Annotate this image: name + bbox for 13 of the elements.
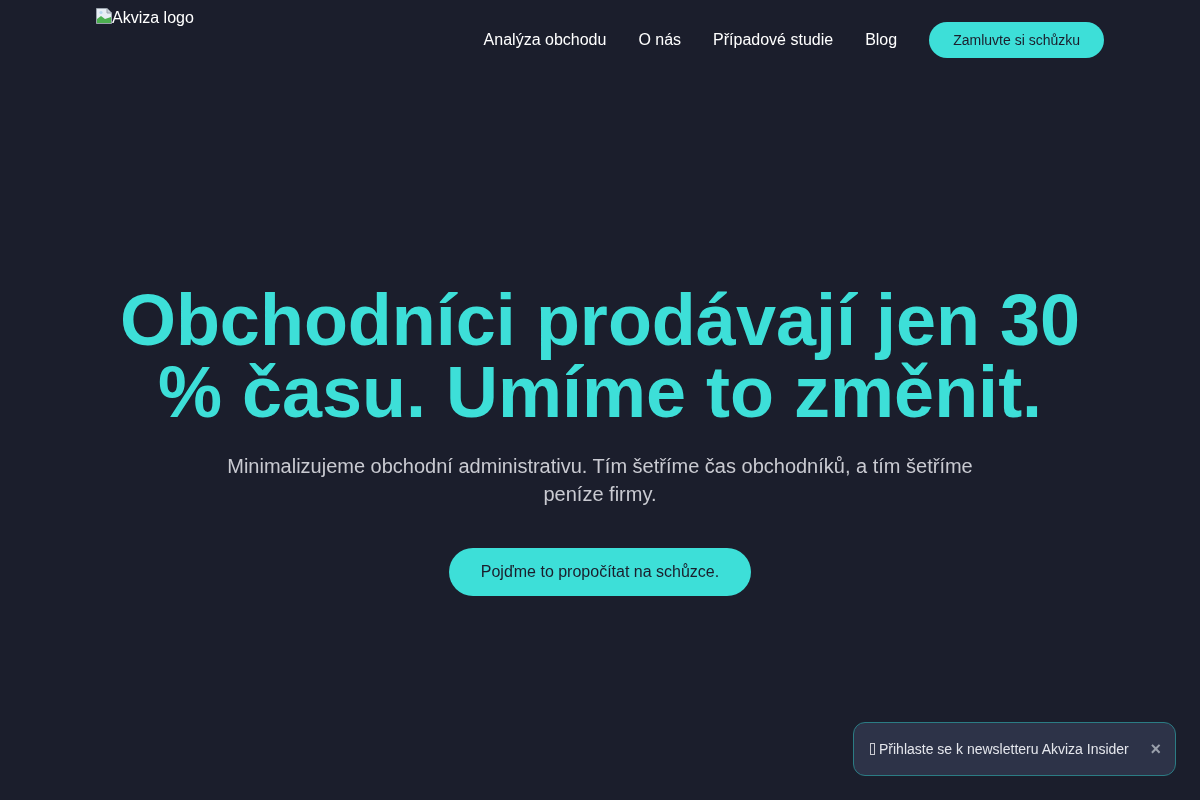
logo-alt-text: Akviza logo (112, 8, 194, 28)
newsletter-signup-text[interactable]: Přihlaste se k newsletteru Akviza Insider (879, 738, 1129, 760)
meeting-cta-button[interactable]: Zamluvte si schůzku (929, 22, 1104, 58)
nav-link[interactable]: Případové studie (713, 28, 834, 52)
meeting-cta-button[interactable]: Pojďme to propočítat na schůzce. (448, 548, 752, 596)
hero-headline: Obchodníci prodávají jen 30 % času. Umíme to změnit. (118, 284, 1082, 428)
nav-link[interactable]: Analýza obchodu (483, 28, 607, 52)
nav-link[interactable]: O nás (638, 28, 682, 52)
missing-glyph-icon (870, 743, 875, 755)
hero-subtitle: Minimalizujeme obchodní administrativu. Tím šetříme čas obchodníků, a tím šetříme peníze firmy. (226, 454, 974, 507)
close-button[interactable]: × (1150, 740, 1161, 758)
broken-image-icon (96, 8, 112, 24)
nav-link[interactable]: Blog (865, 28, 898, 52)
